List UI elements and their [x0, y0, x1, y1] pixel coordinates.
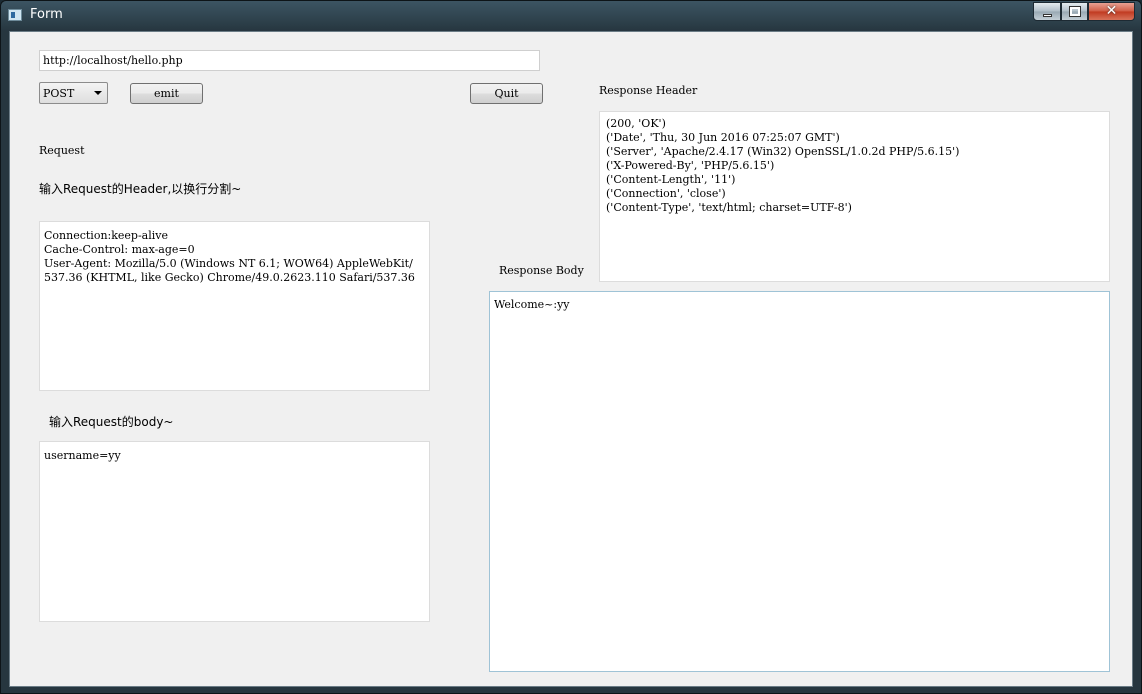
app-window-icon	[8, 9, 22, 21]
app-window: Form ✕ POST emit Quit Request 输入Request的…	[0, 0, 1142, 694]
request-header-hint: 输入Request的Header,以换行分割~	[39, 182, 242, 196]
emit-button[interactable]: emit	[130, 83, 203, 104]
method-selected-value: POST	[43, 87, 75, 100]
title-bar[interactable]: Form ✕	[1, 1, 1141, 31]
quit-button[interactable]: Quit	[470, 83, 543, 104]
minimize-icon	[1043, 14, 1052, 17]
response-body-label: Response Body	[499, 264, 584, 277]
url-input[interactable]	[39, 50, 540, 71]
method-select[interactable]: POST	[39, 82, 108, 104]
maximize-button[interactable]	[1061, 2, 1088, 21]
minimize-button[interactable]	[1033, 2, 1061, 21]
response-header-label: Response Header	[599, 84, 698, 97]
maximize-icon	[1069, 6, 1081, 17]
chevron-down-icon	[94, 91, 102, 95]
request-body-textarea[interactable]: username=yy	[39, 441, 430, 622]
request-header-textarea[interactable]: Connection:keep-alive Cache-Control: max…	[39, 221, 430, 391]
request-section-label: Request	[39, 144, 85, 157]
window-title: Form	[30, 7, 63, 22]
form-client-area: POST emit Quit Request 输入Request的Header,…	[9, 31, 1133, 687]
response-body-textarea[interactable]: Welcome~:yy	[489, 291, 1110, 672]
close-button[interactable]: ✕	[1088, 2, 1135, 21]
close-icon: ✕	[1105, 3, 1118, 19]
response-header-textarea[interactable]: (200, 'OK') ('Date', 'Thu, 30 Jun 2016 0…	[599, 111, 1110, 282]
request-body-hint: 输入Request的body~	[49, 415, 174, 429]
